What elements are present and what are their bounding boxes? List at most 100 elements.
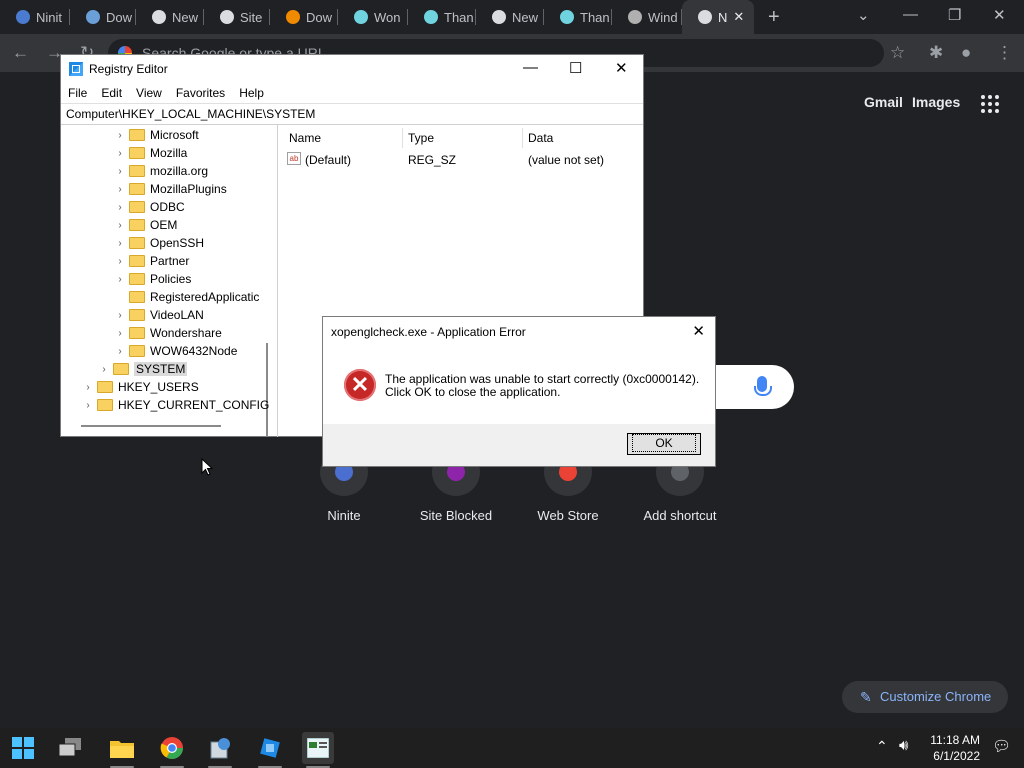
registry-tree[interactable]: › Microsoft › Mozilla › mozilla.org › MozillaPl… — [61, 125, 278, 437]
restore-icon[interactable]: ❐ — [948, 6, 961, 24]
network-icon[interactable] — [254, 732, 286, 768]
column-name[interactable]: Name — [289, 131, 321, 145]
expand-chevron-icon[interactable]: › — [83, 400, 93, 411]
tree-node-label: OpenSSH — [150, 236, 205, 250]
close-icon[interactable]: ✕ — [692, 322, 705, 340]
expand-chevron-icon[interactable]: › — [115, 130, 125, 141]
microphone-icon[interactable] — [754, 376, 772, 396]
expand-chevron-icon[interactable]: › — [83, 382, 93, 393]
tree-node[interactable]: › Microsoft — [115, 126, 198, 144]
tab[interactable]: New — [476, 0, 544, 34]
tree-vertical-scrollbar[interactable] — [266, 343, 268, 437]
tree-node[interactable]: › WOW6432Node — [115, 342, 237, 360]
expand-chevron-icon[interactable]: › — [115, 274, 125, 285]
chrome-icon — [698, 10, 712, 24]
tree-node[interactable]: RegisteredApplicatic — [115, 288, 259, 306]
tab-label: N — [718, 9, 728, 25]
menu-item[interactable]: View — [129, 86, 169, 100]
expand-chevron-icon[interactable]: › — [115, 256, 125, 267]
minimize-icon[interactable]: — — [903, 6, 918, 23]
string-value-icon: ab — [287, 152, 301, 165]
tab[interactable]: New — [136, 0, 204, 34]
new-tab-button[interactable]: + — [768, 6, 780, 29]
tab[interactable]: Ninit — [0, 0, 70, 34]
customize-chrome-button[interactable]: ✎ Customize Chrome — [842, 681, 1008, 713]
tree-node-label: SYSTEM — [134, 362, 188, 376]
tab[interactable]: Site — [204, 0, 270, 34]
column-type[interactable]: Type — [408, 131, 434, 145]
taskbar: ⌃ 🔊︎ 11:18 AM 6/1/2022 💬︎ — [0, 728, 1024, 768]
tree-node[interactable]: › ODBC — [115, 198, 185, 216]
tree-node[interactable]: › VideoLAN — [115, 306, 204, 324]
tree-node[interactable]: › HKEY_CURRENT_CONFIG — [83, 396, 269, 414]
tab[interactable]: Dow — [70, 0, 136, 34]
regedit-taskbar-icon[interactable] — [302, 732, 334, 768]
expand-chevron-icon[interactable]: › — [115, 328, 125, 339]
tab[interactable]: Won — [338, 0, 408, 34]
tab[interactable]: Than — [544, 0, 612, 34]
tree-node-label: VideoLAN — [150, 308, 204, 322]
chrome-icon[interactable] — [156, 732, 188, 768]
tab[interactable]: Dow — [270, 0, 338, 34]
tab-search-icon[interactable]: ⌄ — [857, 6, 870, 24]
images-link[interactable]: Images — [912, 94, 960, 110]
tree-horizontal-scrollbar[interactable] — [81, 425, 221, 427]
menu-item[interactable]: Edit — [94, 86, 129, 100]
menu-item[interactable]: File — [61, 86, 94, 100]
pencil-icon: ✎ — [860, 689, 872, 705]
tree-node-label: ODBC — [150, 200, 185, 214]
tab[interactable]: Wind — [612, 0, 682, 34]
tree-node[interactable]: › MozillaPlugins — [115, 180, 226, 198]
menu-item[interactable]: Favorites — [169, 86, 232, 100]
extensions-icon[interactable]: ✱ — [929, 43, 943, 63]
bookmark-star-icon[interactable]: ☆ — [890, 43, 905, 63]
tab[interactable]: Than — [408, 0, 476, 34]
tree-node[interactable]: › HKEY_USERS — [83, 378, 198, 396]
menu-item[interactable]: Help — [232, 86, 271, 100]
close-icon[interactable]: ✕ — [615, 59, 628, 77]
volume-icon[interactable]: 🔊︎ — [899, 737, 908, 754]
expand-chevron-icon[interactable]: › — [115, 238, 125, 249]
notifications-icon[interactable]: 💬︎ — [992, 737, 1011, 755]
profile-icon[interactable]: ● — [961, 43, 971, 63]
tab[interactable]: N ✕ — [682, 0, 754, 34]
clock[interactable]: 11:18 AM 6/1/2022 — [920, 732, 980, 764]
expand-chevron-icon[interactable]: › — [115, 202, 125, 213]
expand-chevron-icon[interactable]: › — [115, 166, 125, 177]
expand-chevron-icon[interactable]: › — [115, 346, 125, 357]
expand-chevron-icon[interactable]: › — [115, 310, 125, 321]
value-data: (value not set) — [528, 153, 605, 167]
address-bar[interactable]: Computer\HKEY_LOCAL_MACHINE\SYSTEM — [61, 103, 643, 125]
expand-chevron-icon[interactable]: › — [99, 364, 109, 375]
value-name[interactable]: (Default) — [305, 153, 351, 167]
show-hidden-icons-icon[interactable]: ⌃ — [876, 738, 888, 755]
back-icon[interactable]: ← — [12, 43, 29, 63]
expand-chevron-icon[interactable]: › — [115, 148, 125, 159]
folder-icon — [129, 165, 145, 177]
close-icon[interactable]: ✕ — [993, 6, 1006, 24]
start-icon[interactable] — [7, 732, 39, 764]
tree-node[interactable]: › mozilla.org — [115, 162, 208, 180]
google-apps-icon[interactable] — [981, 95, 999, 113]
folder-icon — [129, 129, 145, 141]
column-data[interactable]: Data — [528, 131, 553, 145]
task-view-icon[interactable] — [55, 732, 87, 764]
expand-chevron-icon[interactable]: › — [115, 184, 125, 195]
tree-node[interactable]: › Mozilla — [115, 144, 187, 162]
setup-icon[interactable] — [204, 732, 236, 768]
tree-node[interactable]: › Policies — [115, 270, 191, 288]
maximize-icon[interactable]: ☐ — [569, 59, 582, 77]
tree-node[interactable]: › SYSTEM — [99, 360, 188, 378]
close-tab-icon[interactable]: ✕ — [733, 9, 744, 25]
tab-label: Than — [580, 9, 610, 25]
tree-node[interactable]: › OEM — [115, 216, 177, 234]
tree-node[interactable]: › Partner — [115, 252, 189, 270]
ok-button[interactable]: OK — [627, 433, 701, 455]
tree-node[interactable]: › Wondershare — [115, 324, 222, 342]
gmail-link[interactable]: Gmail — [864, 94, 903, 110]
menu-kebab-icon[interactable]: ⋮ — [996, 43, 1013, 63]
tree-node[interactable]: › OpenSSH — [115, 234, 204, 252]
file-explorer-icon[interactable] — [106, 732, 138, 768]
expand-chevron-icon[interactable]: › — [115, 220, 125, 231]
minimize-icon[interactable]: — — [523, 59, 538, 76]
